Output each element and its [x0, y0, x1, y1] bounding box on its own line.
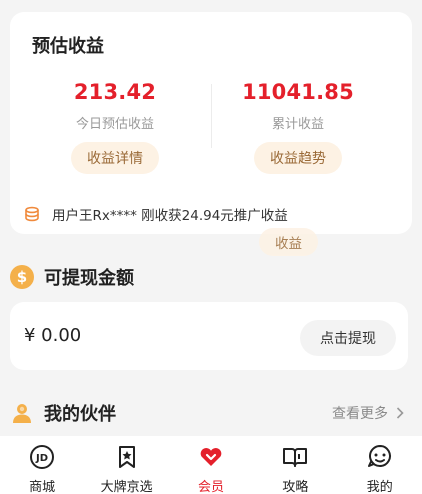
- partners-title: 我的伙伴: [44, 404, 116, 425]
- withdrawable-header: $ 可提现金额: [10, 264, 134, 290]
- dollar-icon: $: [10, 265, 34, 289]
- tab-mall-label: 商城: [29, 480, 56, 494]
- jd-icon: JD: [29, 444, 55, 470]
- estimated-earnings-title: 预估收益: [32, 36, 104, 57]
- partner-icon: [10, 401, 34, 425]
- estimated-earnings-card: 预估收益 213.42 今日预估收益 收益详情 11041.85 累计收益 收益…: [10, 12, 412, 234]
- book-icon: [282, 444, 308, 470]
- tab-member-label: 会员: [197, 480, 224, 494]
- partners-header: 我的伙伴: [10, 400, 116, 426]
- withdraw-card: ¥ 0.00 点击提现: [10, 302, 408, 370]
- total-earnings-value: 11041.85: [242, 80, 354, 104]
- tab-guide-label: 攻略: [282, 480, 309, 494]
- today-earnings-value: 213.42: [73, 80, 157, 104]
- bookmark-star-icon: [114, 444, 140, 470]
- tab-brand-select[interactable]: 大牌京选: [92, 444, 162, 494]
- smile-icon: [367, 444, 393, 470]
- see-more-label: 查看更多: [332, 406, 388, 422]
- today-earnings-label: 今日预估收益: [75, 117, 154, 132]
- tab-guide[interactable]: 攻略: [260, 444, 330, 494]
- see-more-link[interactable]: 查看更多: [332, 403, 404, 423]
- chevron-right-icon: [396, 404, 404, 423]
- ticker-text: 用户王Rx**** 刚收获24.94元推广收益: [52, 208, 288, 224]
- withdraw-button[interactable]: 点击提现: [300, 320, 396, 356]
- bottom-tab-bar: JD 商城 大牌京选 会员 攻略 我的: [0, 436, 422, 494]
- coin-stack-icon: [24, 206, 40, 222]
- total-earnings-label: 累计收益: [271, 117, 324, 132]
- total-earnings-block: 11041.85 累计收益 收益趋势: [208, 80, 388, 174]
- withdrawable-title: 可提现金额: [44, 268, 134, 289]
- earnings-ticker: 用户王Rx**** 刚收获24.94元推广收益: [24, 204, 288, 224]
- tab-member[interactable]: 会员: [176, 444, 246, 494]
- tab-mall[interactable]: JD 商城: [7, 444, 77, 494]
- svg-text:JD: JD: [35, 453, 48, 464]
- tab-mine-label: 我的: [366, 480, 393, 494]
- earnings-detail-button[interactable]: 收益详情: [71, 142, 159, 174]
- heart-icon: [198, 444, 224, 470]
- withdrawable-amount: ¥ 0.00: [24, 325, 82, 346]
- today-earnings-block: 213.42 今日预估收益 收益详情: [25, 80, 205, 174]
- tab-mine[interactable]: 我的: [345, 444, 415, 494]
- earnings-trend-button[interactable]: 收益趋势: [254, 142, 342, 174]
- tab-brand-select-label: 大牌京选: [100, 480, 153, 494]
- earnings-ghost-button[interactable]: 收益: [259, 228, 318, 256]
